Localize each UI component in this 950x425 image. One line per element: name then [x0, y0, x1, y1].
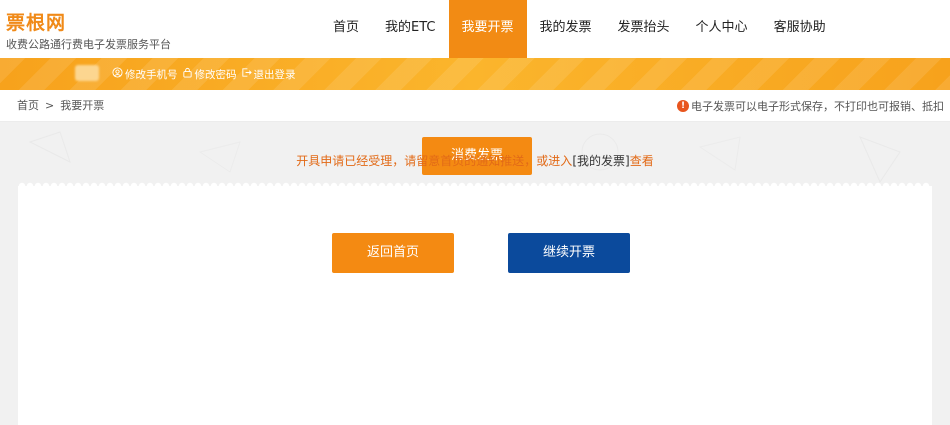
breadcrumb-bar: 首页 > 我要开票 ! 电子发票可以电子形式保存，不打印也可报销、抵扣 — [0, 90, 950, 122]
notice: ! 电子发票可以电子形式保存，不打印也可报销、抵扣 — [677, 90, 944, 122]
change-password-link[interactable]: 修改密码 — [182, 67, 237, 82]
nav-item-my-invoices[interactable]: 我的发票 — [527, 0, 605, 58]
header: 票根网 收费公路通行费电子发票服务平台 首页 我的ETC 我要开票 我的发票 发… — [0, 0, 950, 58]
logout-label: 退出登录 — [253, 68, 296, 81]
change-phone-label: 修改手机号 — [125, 68, 178, 81]
logout-link[interactable]: 退出登录 — [241, 67, 296, 82]
nav-item-customer-service[interactable]: 客服协助 — [761, 0, 839, 58]
main-nav: 首页 我的ETC 我要开票 我的发票 发票抬头 个人中心 客服协助 — [320, 0, 839, 58]
continue-invoice-button[interactable]: 继续开票 — [508, 233, 630, 273]
notice-text: 电子发票可以电子形式保存，不打印也可报销、抵扣 — [691, 100, 944, 113]
lock-icon — [182, 67, 193, 81]
user-bar: 修改手机号 修改密码 退出登录 — [0, 58, 950, 90]
message-view-link[interactable]: 查看 — [630, 154, 654, 168]
logo[interactable]: 票根网 — [6, 8, 66, 35]
change-password-label: 修改密码 — [194, 68, 237, 81]
breadcrumb-separator: > — [45, 99, 55, 112]
user-links: 修改手机号 修改密码 退出登录 — [112, 58, 296, 90]
user-name-masked — [75, 65, 99, 81]
logout-icon — [241, 67, 252, 81]
message-text: 开具申请已经受理，请留意首页的通知推送，或进入 — [296, 154, 573, 168]
user-circle-icon — [112, 67, 123, 81]
nav-item-home[interactable]: 首页 — [320, 0, 372, 58]
result-message: 开具申请已经受理，请留意首页的通知推送，或进入[我的发票]查看 — [0, 152, 950, 169]
result-card — [18, 186, 932, 425]
breadcrumb-home[interactable]: 首页 — [17, 90, 39, 122]
back-home-button[interactable]: 返回首页 — [332, 233, 454, 273]
breadcrumb-current: 我要开票 — [60, 99, 105, 112]
breadcrumb: 首页 > 我要开票 — [17, 90, 104, 122]
logo-subtitle: 收费公路通行费电子发票服务平台 — [6, 38, 171, 51]
nav-item-issue-invoice[interactable]: 我要开票 — [448, 0, 527, 58]
nav-item-my-etc[interactable]: 我的ETC — [372, 0, 448, 58]
nav-item-invoice-titles[interactable]: 发票抬头 — [605, 0, 683, 58]
change-phone-link[interactable]: 修改手机号 — [112, 67, 178, 82]
exclamation-circle-icon: ! — [677, 100, 689, 112]
my-invoices-link[interactable]: [我的发票] — [572, 154, 629, 168]
nav-item-personal-center[interactable]: 个人中心 — [683, 0, 761, 58]
